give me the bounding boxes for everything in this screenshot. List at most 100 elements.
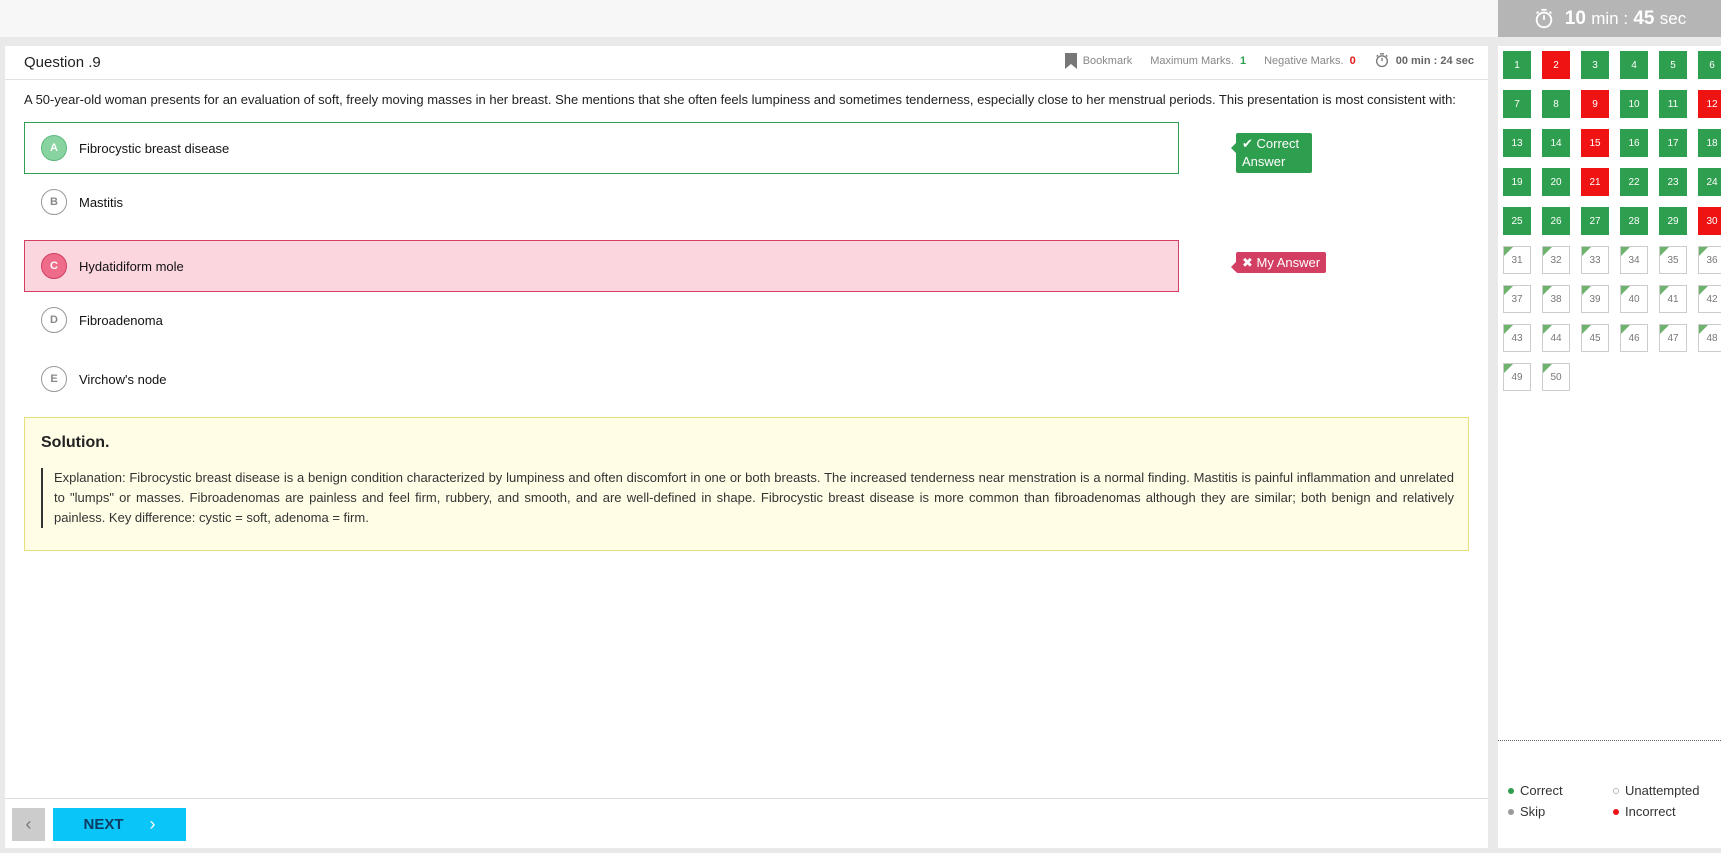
option-letter: B: [41, 189, 67, 215]
palette-question-20[interactable]: 20: [1542, 168, 1570, 196]
palette-question-2[interactable]: 2: [1542, 51, 1570, 79]
bookmark-icon[interactable]: [1064, 52, 1077, 69]
palette-question-4[interactable]: 4: [1620, 51, 1648, 79]
neg-marks-label: Negative Marks.: [1264, 54, 1344, 67]
option-text: Fibroadenoma: [79, 312, 163, 328]
palette-question-44[interactable]: 44: [1542, 324, 1570, 352]
palette-question-36[interactable]: 36: [1698, 246, 1721, 274]
option-text: Mastitis: [79, 194, 124, 210]
option-text: Fibrocystic breast disease: [79, 140, 230, 156]
chevron-right-icon: ›: [149, 814, 156, 834]
palette-question-32[interactable]: 32: [1542, 246, 1570, 274]
solution-text: Explanation: Fibrocystic breast disease …: [41, 468, 1454, 528]
stopwatch-icon: [1535, 8, 1553, 28]
option-c[interactable]: C Hydatidiform mole: [24, 240, 1179, 292]
question-text: A 50-year-old woman presents for an eval…: [24, 92, 1456, 107]
palette-question-35[interactable]: 35: [1659, 246, 1687, 274]
stopwatch-icon: [1375, 53, 1388, 68]
palette-question-24[interactable]: 24: [1698, 168, 1721, 196]
next-button[interactable]: NEXT ›: [53, 808, 186, 841]
palette-question-12[interactable]: 12: [1698, 90, 1721, 118]
palette-question-40[interactable]: 40: [1620, 285, 1648, 313]
palette-question-45[interactable]: 45: [1581, 324, 1609, 352]
palette-question-50[interactable]: 50: [1542, 363, 1570, 391]
palette-question-46[interactable]: 46: [1620, 324, 1648, 352]
solution-box: Solution. Explanation: Fibrocystic breas…: [24, 417, 1469, 551]
palette-question-3[interactable]: 3: [1581, 51, 1609, 79]
option-letter: C: [41, 253, 67, 279]
option-letter: E: [41, 366, 67, 392]
legend-unattempted: Unattempted: [1613, 783, 1718, 798]
palette-question-23[interactable]: 23: [1659, 168, 1687, 196]
max-marks-value: 1: [1239, 54, 1247, 67]
palette-question-26[interactable]: 26: [1542, 207, 1570, 235]
check-icon: ✔: [1242, 136, 1253, 151]
palette-question-13[interactable]: 13: [1503, 129, 1531, 157]
palette-legend: Correct Unattempted Skip Incorrect: [1508, 783, 1718, 819]
correct-dot-icon: [1508, 787, 1514, 794]
legend-correct: Correct: [1508, 783, 1613, 798]
palette-question-16[interactable]: 16: [1620, 129, 1648, 157]
option-text: Virchow's node: [79, 371, 167, 387]
my-answer-tag: ✖ My Answer: [1230, 252, 1327, 273]
palette-question-1[interactable]: 1: [1503, 51, 1531, 79]
incorrect-dot-icon: [1613, 808, 1619, 815]
my-answer-label: My Answer: [1256, 255, 1321, 270]
palette-question-18[interactable]: 18: [1698, 129, 1721, 157]
palette-question-28[interactable]: 28: [1620, 207, 1648, 235]
palette-question-27[interactable]: 27: [1581, 207, 1609, 235]
palette-question-31[interactable]: 31: [1503, 246, 1531, 274]
timer-value: 10 min : 45 sec: [1564, 7, 1687, 29]
palette-question-29[interactable]: 29: [1659, 207, 1687, 235]
question-panel: Question .9 Bookmark Maximum Marks. 1 Ne…: [5, 46, 1488, 848]
chevron-left-icon: ‹: [25, 814, 32, 834]
palette-question-33[interactable]: 33: [1581, 246, 1609, 274]
palette-question-8[interactable]: 8: [1542, 90, 1570, 118]
question-title: Question .9: [24, 54, 101, 71]
palette-grid: 1 2 3 4 5 6 7 8 9 10 11 12 13 14 15 16 17 18 19 20 21 22 23 24 2…: [1503, 51, 1721, 391]
palette-question-48[interactable]: 48: [1698, 324, 1721, 352]
palette-question-17[interactable]: 17: [1659, 129, 1687, 157]
option-text: Hydatidiform mole: [79, 258, 184, 274]
palette-question-5[interactable]: 5: [1659, 51, 1687, 79]
palette-question-22[interactable]: 22: [1620, 168, 1648, 196]
palette-question-49[interactable]: 49: [1503, 363, 1531, 391]
option-letter: A: [41, 135, 67, 161]
palette-question-6[interactable]: 6: [1698, 51, 1721, 79]
question-meta: Bookmark Maximum Marks. 1 Negative Marks…: [1064, 52, 1474, 69]
option-letter: D: [41, 307, 67, 333]
palette-question-41[interactable]: 41: [1659, 285, 1687, 313]
unattempted-dot-icon: [1613, 787, 1619, 794]
palette-question-39[interactable]: 39: [1581, 285, 1609, 313]
option-a[interactable]: A Fibrocystic breast disease: [24, 122, 1179, 174]
legend-incorrect: Incorrect: [1613, 804, 1718, 819]
palette-question-7[interactable]: 7: [1503, 90, 1531, 118]
palette-question-9[interactable]: 9: [1581, 90, 1609, 118]
palette-question-10[interactable]: 10: [1620, 90, 1648, 118]
palette-question-42[interactable]: 42: [1698, 285, 1721, 313]
question-header: Question .9 Bookmark Maximum Marks. 1 Ne…: [5, 46, 1488, 80]
footer-nav: ‹ NEXT ›: [5, 798, 1488, 848]
next-label: NEXT: [83, 816, 124, 833]
previous-button[interactable]: ‹: [12, 808, 45, 841]
neg-marks-value: 0: [1349, 54, 1356, 67]
option-d[interactable]: D Fibroadenoma: [24, 294, 1179, 346]
option-e[interactable]: E Virchow's node: [24, 353, 1179, 405]
palette-question-47[interactable]: 47: [1659, 324, 1687, 352]
bookmark-link[interactable]: Bookmark: [1083, 55, 1133, 67]
palette-question-11[interactable]: 11: [1659, 90, 1687, 118]
palette-question-37[interactable]: 37: [1503, 285, 1531, 313]
correct-answer-tag: ✔ Correct Answer: [1231, 133, 1312, 173]
palette-question-38[interactable]: 38: [1542, 285, 1570, 313]
question-palette: 1 2 3 4 5 6 7 8 9 10 11 12 13 14 15 16 17 18 19 20 21 22 23 24 2…: [1498, 46, 1721, 848]
palette-question-21[interactable]: 21: [1581, 168, 1609, 196]
palette-question-14[interactable]: 14: [1542, 129, 1570, 157]
palette-question-34[interactable]: 34: [1620, 246, 1648, 274]
palette-question-15[interactable]: 15: [1581, 129, 1609, 157]
legend-skip: Skip: [1508, 804, 1613, 819]
option-b[interactable]: B Mastitis: [24, 176, 1179, 228]
palette-question-43[interactable]: 43: [1503, 324, 1531, 352]
palette-question-30[interactable]: 30: [1698, 207, 1721, 235]
palette-question-25[interactable]: 25: [1503, 207, 1531, 235]
palette-question-19[interactable]: 19: [1503, 168, 1531, 196]
